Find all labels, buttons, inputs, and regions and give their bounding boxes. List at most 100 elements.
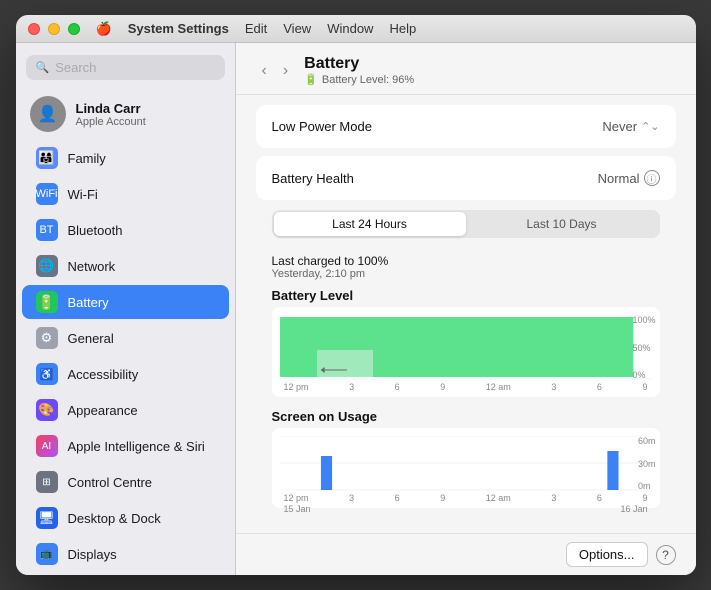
usage-svg xyxy=(280,436,652,491)
sidebar-item-general[interactable]: ⚙ General xyxy=(22,321,229,355)
menubar: 🍎 System Settings Edit View Window Help xyxy=(88,21,417,37)
sidebar-label-wifi: Wi-Fi xyxy=(68,187,98,202)
x-label-12am: 12 am xyxy=(486,382,511,392)
x-usage-12am: 12 am xyxy=(486,493,511,503)
sidebar-item-desktop[interactable]: 🖥 Desktop & Dock xyxy=(22,501,229,535)
y-label-0: 0% xyxy=(632,370,655,380)
scroll-content: Low Power Mode Never ⌃⌄ Battery Health N… xyxy=(236,95,696,533)
close-button[interactable] xyxy=(28,23,40,35)
x-usage-9b: 9 xyxy=(642,493,647,503)
sidebar-label-appearance: Appearance xyxy=(68,403,138,418)
sidebar-item-screensaver[interactable]: 🌀 Screen Saver xyxy=(22,573,229,575)
charged-time: Yesterday, 2:10 pm xyxy=(272,268,660,280)
maximize-button[interactable] xyxy=(68,23,80,35)
avatar-icon: 👤 xyxy=(38,104,58,124)
footer-bar: Options... ? xyxy=(236,533,696,575)
x-usage-6a: 6 xyxy=(395,493,400,503)
sidebar-label-bluetooth: Bluetooth xyxy=(68,223,123,238)
search-box[interactable]: 🔍 Search xyxy=(26,55,225,80)
sidebar: 🔍 Search 👤 Linda Carr Apple Account 👨‍👩‍… xyxy=(16,43,236,575)
battery-icon-header: 🔋 xyxy=(304,73,318,86)
battery-health-value: Normal ⓘ xyxy=(598,170,660,186)
battery-chart-container: 100% 50% 0% 12 pm 3 6 9 12 am 3 xyxy=(272,307,660,397)
usage-y-0: 0m xyxy=(638,481,656,491)
options-button[interactable]: Options... xyxy=(566,542,648,567)
appearance-icon: 🎨 xyxy=(36,399,58,421)
battery-health-text: Normal xyxy=(598,171,640,186)
sidebar-item-displays[interactable]: 📺 Displays xyxy=(22,537,229,571)
user-section[interactable]: 👤 Linda Carr Apple Account xyxy=(16,88,235,140)
sidebar-label-general: General xyxy=(68,331,114,346)
sidebar-label-desktop: Desktop & Dock xyxy=(68,511,161,526)
sidebar-item-wifi[interactable]: WiFi Wi-Fi xyxy=(22,177,229,211)
sidebar-item-control[interactable]: ⊞ Control Centre xyxy=(22,465,229,499)
control-icon: ⊞ xyxy=(36,471,58,493)
sidebar-item-network[interactable]: 🌐 Network xyxy=(22,249,229,283)
user-info: Linda Carr Apple Account xyxy=(76,101,146,128)
battery-health-label: Battery Health xyxy=(272,171,354,186)
x-label-3b: 3 xyxy=(551,382,556,392)
menu-view[interactable]: View xyxy=(283,21,311,37)
usage-y-60: 60m xyxy=(638,436,656,446)
sidebar-item-family[interactable]: 👨‍👩‍👧 Family xyxy=(22,141,229,175)
sidebar-label-network: Network xyxy=(68,259,116,274)
usage-y-labels: 60m 30m 0m xyxy=(638,436,656,491)
x-label-6a: 6 xyxy=(395,382,400,392)
charged-text: Last charged to 100% xyxy=(272,254,660,268)
nav-buttons: ‹ › xyxy=(256,60,295,82)
date-label-15jan: 15 Jan xyxy=(284,504,311,514)
system-settings-window: 🍎 System Settings Edit View Window Help … xyxy=(16,15,696,575)
app-name: 🍎 xyxy=(96,21,112,37)
y-label-50: 50% xyxy=(632,343,655,353)
x-label-3a: 3 xyxy=(349,382,354,392)
search-placeholder: Search xyxy=(55,60,96,75)
battery-level-svg xyxy=(280,315,652,380)
page-subtitle: 🔋 Battery Level: 96% xyxy=(304,73,414,86)
wifi-icon: WiFi xyxy=(36,183,58,205)
help-button[interactable]: ? xyxy=(656,545,676,565)
y-label-100: 100% xyxy=(632,315,655,325)
siri-icon: AI xyxy=(36,435,58,457)
x-usage-9a: 9 xyxy=(440,493,445,503)
menu-system-settings[interactable]: System Settings xyxy=(128,21,229,37)
battery-y-labels: 100% 50% 0% xyxy=(632,315,655,380)
menu-help[interactable]: Help xyxy=(389,21,416,37)
sidebar-item-accessibility[interactable]: ♿ Accessibility xyxy=(22,357,229,391)
charged-info: Last charged to 100% Yesterday, 2:10 pm xyxy=(256,248,676,284)
date-label-16jan: 16 Jan xyxy=(620,504,647,514)
content-area: ‹ › Battery 🔋 Battery Level: 96% Low Pow… xyxy=(236,43,696,575)
sidebar-item-appearance[interactable]: 🎨 Appearance xyxy=(22,393,229,427)
low-power-value[interactable]: Never ⌃⌄ xyxy=(602,119,659,134)
sidebar-label-battery: Battery xyxy=(68,295,109,310)
displays-icon: 📺 xyxy=(36,543,58,565)
battery-icon: 🔋 xyxy=(36,291,58,313)
desktop-icon: 🖥 xyxy=(36,507,58,529)
network-icon: 🌐 xyxy=(36,255,58,277)
user-name: Linda Carr xyxy=(76,101,146,116)
forward-button[interactable]: › xyxy=(277,60,294,82)
header-title-section: Battery 🔋 Battery Level: 96% xyxy=(304,55,414,86)
x-usage-3b: 3 xyxy=(551,493,556,503)
x-label-9b: 9 xyxy=(642,382,647,392)
sidebar-label-siri: Apple Intelligence & Siri xyxy=(68,439,205,454)
tab-bar: Last 24 Hours Last 10 Days xyxy=(272,210,660,238)
back-button[interactable]: ‹ xyxy=(256,60,273,82)
chevron-icon: ⌃⌄ xyxy=(641,120,659,133)
info-icon[interactable]: ⓘ xyxy=(644,170,660,186)
sidebar-item-battery[interactable]: 🔋 Battery xyxy=(22,285,229,319)
sidebar-label-displays: Displays xyxy=(68,547,117,562)
usage-chart-container: 60m 30m 0m 12 pm 3 6 9 12 am 3 xyxy=(272,428,660,508)
menu-edit[interactable]: Edit xyxy=(245,21,267,37)
usage-chart-title: Screen on Usage xyxy=(272,409,660,424)
sidebar-item-siri[interactable]: AI Apple Intelligence & Siri xyxy=(22,429,229,463)
x-label-6b: 6 xyxy=(597,382,602,392)
tab-24hours[interactable]: Last 24 Hours xyxy=(274,212,466,236)
sidebar-item-bluetooth[interactable]: BT Bluetooth xyxy=(22,213,229,247)
tab-10days[interactable]: Last 10 Days xyxy=(466,212,658,236)
battery-chart-title: Battery Level xyxy=(272,288,660,303)
menu-window[interactable]: Window xyxy=(327,21,373,37)
general-icon: ⚙ xyxy=(36,327,58,349)
content-header: ‹ › Battery 🔋 Battery Level: 96% xyxy=(236,43,696,95)
user-subtitle: Apple Account xyxy=(76,116,146,128)
minimize-button[interactable] xyxy=(48,23,60,35)
